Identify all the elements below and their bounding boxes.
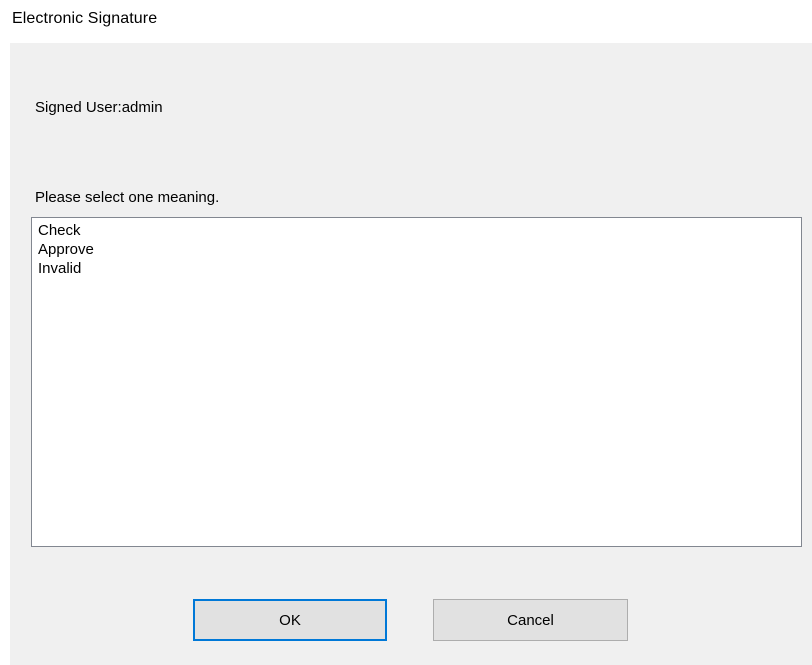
title-bar[interactable]: Electronic Signature [0, 0, 812, 43]
meaning-listbox[interactable]: Check Approve Invalid [31, 217, 802, 547]
cancel-button[interactable]: Cancel [433, 599, 628, 641]
list-item-approve[interactable]: Approve [38, 240, 801, 259]
ok-button[interactable]: OK [193, 599, 387, 641]
signed-user-label: Signed User:admin [35, 99, 163, 116]
dialog-body: Signed User:admin Please select one mean… [10, 43, 812, 665]
meaning-prompt-label: Please select one meaning. [35, 189, 220, 206]
electronic-signature-window: Electronic Signature Signed User:admin P… [0, 0, 812, 665]
list-item-invalid[interactable]: Invalid [38, 259, 801, 278]
window-title: Electronic Signature [12, 10, 158, 27]
ok-button-label: OK [279, 611, 301, 629]
list-item-check[interactable]: Check [38, 221, 801, 240]
cancel-button-label: Cancel [507, 611, 554, 629]
